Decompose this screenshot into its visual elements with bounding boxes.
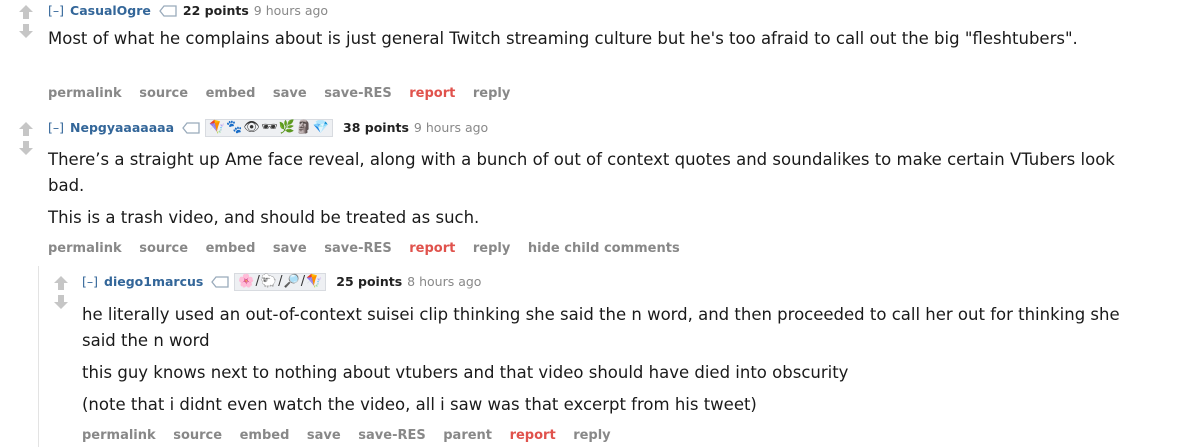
author-link[interactable]: CasualOgre [70,3,151,19]
upvote-arrow-icon[interactable] [18,4,34,20]
author-link[interactable]: Nepgyaaaaaaa [70,120,174,136]
flair-emote-icon: 🌿 [278,120,295,135]
comment-tagline: [–] diego1marcus 🌸 / 🐑 / 🔎 / 🪁 25 points… [82,273,482,291]
comment-tagline: [–] CasualOgre 22 points 9 hours ago [48,3,328,19]
comment-score: 38 points [343,120,409,135]
flair-emote-icon: 🪁 [209,120,226,135]
parent-button[interactable]: parent [443,428,492,443]
downvote-arrow-icon[interactable] [18,140,34,156]
hide-child-comments-button[interactable]: hide child comments [528,241,680,256]
source-button[interactable]: source [139,86,188,101]
comment-time: 9 hours ago [413,120,489,135]
save-button[interactable]: save [307,428,341,443]
flair-emote-icon: 🐾 [226,120,243,135]
permalink-button[interactable]: permalink [48,86,122,101]
save-button[interactable]: save [273,86,307,101]
comment-time: 8 hours ago [407,274,482,289]
comment-paragraph: this guy knows next to nothing about vtu… [82,363,849,382]
comment-score: 22 points [182,3,249,18]
flair-emote-icon: 🗿 [295,120,312,135]
user-tag-icon[interactable] [211,276,229,288]
comment-body: There’s a straight up Ame face reveal, a… [48,147,1148,237]
child-thread-line[interactable] [38,266,39,447]
source-button[interactable]: source [139,241,188,256]
comment-paragraph: This is a trash video, and should be tre… [48,208,480,227]
downvote-arrow-icon[interactable] [18,23,34,39]
reply-button[interactable]: reply [473,241,510,256]
save-button[interactable]: save [273,241,307,256]
user-tag-icon[interactable] [182,122,200,134]
comment-body: he literally used an out-of-context suis… [82,302,1152,424]
downvote-arrow-icon[interactable] [53,294,69,310]
user-flair: 🌸 / 🐑 / 🔎 / 🪁 [234,273,327,291]
embed-button[interactable]: embed [206,86,256,101]
upvote-arrow-icon[interactable] [18,121,34,137]
report-button[interactable]: report [409,86,455,101]
flair-emote-icon: 💎 [312,120,330,135]
comment-tagline: [–] Nepgyaaaaaaa 🪁 🐾 👁 🕶 🌿 🗿 💎 38 points… [48,119,489,137]
comment-score: 25 points [336,274,403,289]
comment-paragraph: (note that i didnt even watch the video,… [82,395,757,414]
save-res-button[interactable]: save-RES [358,428,425,443]
flair-separator: / [255,274,260,289]
embed-button[interactable]: embed [240,428,290,443]
comment-paragraph: Most of what he complains about is just … [48,29,1078,48]
author-link[interactable]: diego1marcus [104,274,203,290]
comment-body: Most of what he complains about is just … [48,26,1148,58]
user-flair: 🪁 🐾 👁 🕶 🌿 🗿 💎 [205,119,334,137]
user-tag-icon[interactable] [159,5,177,17]
save-res-button[interactable]: save-RES [324,241,391,256]
flair-emote-icon: 🕶 [260,120,278,135]
upvote-arrow-icon[interactable] [53,275,69,291]
flair-emote-icon: 🪁 [306,274,323,289]
flair-emote-icon: 👁 [243,120,260,135]
vote-arrows [18,4,34,39]
report-button[interactable]: report [510,428,556,443]
flair-separator: / [300,274,306,289]
collapse-toggle[interactable]: [–] [48,3,64,19]
embed-button[interactable]: embed [206,241,256,256]
reply-button[interactable]: reply [473,86,510,101]
comment-buttons: permalink source embed save save-RES rep… [48,241,693,257]
source-button[interactable]: source [173,428,222,443]
collapse-toggle[interactable]: [–] [82,274,98,290]
flair-emote-icon: 🐑 [260,274,278,289]
flair-emote-icon: 🔎 [283,274,300,289]
vote-arrows [18,121,34,156]
save-res-button[interactable]: save-RES [324,86,391,101]
comment-paragraph: he literally used an out-of-context suis… [82,305,1120,350]
permalink-button[interactable]: permalink [48,241,122,256]
reply-button[interactable]: reply [573,428,610,443]
comment-buttons: permalink source embed save save-RES par… [82,428,624,444]
flair-separator: / [278,274,283,289]
report-button[interactable]: report [409,241,455,256]
flair-emote-icon: 🌸 [238,274,255,289]
collapse-toggle[interactable]: [–] [48,120,64,136]
permalink-button[interactable]: permalink [82,428,156,443]
vote-arrows [53,275,69,310]
comment-buttons: permalink source embed save save-RES rep… [48,86,523,102]
comment-paragraph: There’s a straight up Ame face reveal, a… [48,150,1115,195]
comment-time: 9 hours ago [253,3,329,18]
